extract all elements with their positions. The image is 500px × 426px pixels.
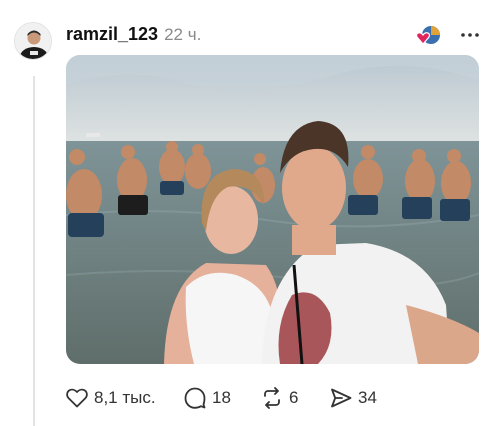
- user-avatar[interactable]: [14, 22, 52, 60]
- repost-arrows-icon: [261, 387, 283, 409]
- heart-emoji-badge-icon: [415, 25, 441, 47]
- comment-bubble-icon: [184, 387, 206, 409]
- thread-post: ramzil_123 22 ч. 8,1 тыс. 18 6 34: [0, 0, 500, 426]
- thread-line: [33, 76, 35, 426]
- like-button[interactable]: 8,1 тыс.: [66, 388, 184, 408]
- reply-button[interactable]: 18: [184, 387, 261, 409]
- post-time: 22 ч.: [164, 25, 202, 44]
- heart-icon: [66, 388, 88, 408]
- post-header: ramzil_123 22 ч.: [66, 24, 201, 48]
- post-actions: 8,1 тыс. 18 6 34: [66, 384, 390, 412]
- share-count: 34: [358, 388, 377, 407]
- post-photo[interactable]: [66, 55, 479, 364]
- reply-count: 18: [212, 388, 231, 407]
- send-arrow-icon: [330, 387, 352, 409]
- repost-count: 6: [289, 388, 299, 407]
- share-button[interactable]: 34: [330, 387, 390, 409]
- username[interactable]: ramzil_123: [66, 24, 158, 45]
- repost-button[interactable]: 6: [261, 387, 330, 409]
- more-dots-icon[interactable]: [460, 26, 480, 44]
- like-count: 8,1 тыс.: [94, 388, 156, 407]
